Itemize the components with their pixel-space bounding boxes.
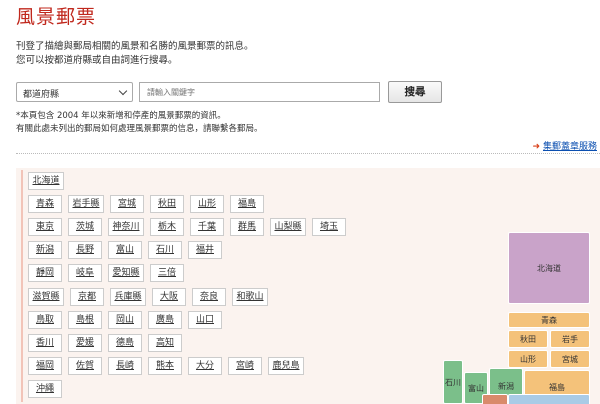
map-region[interactable]: 宮城 [550, 350, 590, 368]
prefecture-button[interactable]: 長野 [68, 241, 102, 260]
map-region[interactable] [508, 394, 590, 404]
page-title: 風景郵票 [16, 6, 97, 28]
map-region[interactable]: 山形 [508, 350, 548, 368]
prefecture-button[interactable]: 和歌山 [232, 287, 268, 306]
prefecture-button[interactable]: 秋田 [150, 195, 184, 214]
prefecture-button[interactable]: 福岡 [28, 356, 62, 375]
prefecture-button[interactable]: 靜岡 [28, 264, 62, 283]
prefecture-button[interactable]: 滋賀縣 [28, 287, 64, 306]
arrow-right-icon: ➜ [532, 142, 540, 152]
prefecture-button[interactable]: 青森 [28, 195, 62, 214]
prefecture-button[interactable]: 北海道 [28, 172, 64, 190]
prefecture-button[interactable]: 德島 [108, 333, 142, 352]
prefecture-panel: 北海道 青森 岩手縣 宮城 秋田 山形 福島 東京 茨城 神奈川 栃木 千葉 群馬 山梨縣 埼玉 新潟 長野 富山… [16, 168, 600, 404]
prefecture-button[interactable]: 沖繩 [28, 379, 62, 398]
prefecture-select[interactable]: 都道府縣 [16, 82, 133, 102]
intro-text: 刊登了描繪與郵局相關的風景和名勝的風景郵票的訊息。 您可以按都道府縣或自由詞進行… [16, 40, 576, 68]
prefecture-button[interactable]: 岡山 [108, 310, 142, 329]
prefecture-button[interactable]: 熊本 [148, 356, 182, 375]
prefecture-button[interactable]: 奈良 [192, 287, 226, 306]
map-region[interactable]: 青森 [508, 312, 590, 328]
prefecture-button[interactable]: 大分 [188, 356, 222, 375]
note-line-2: 有關此處未列出的郵局如何處理風景郵票的信息，請聯繫各郵局。 [16, 123, 263, 134]
prefecture-button[interactable]: 山形 [190, 195, 224, 214]
prefecture-button[interactable]: 福島 [230, 195, 264, 214]
prefecture-button[interactable]: 千葉 [190, 218, 224, 237]
intro-line-1: 刊登了描繪與郵局相關的風景和名勝的風景郵票的訊息。 [16, 41, 254, 52]
prefecture-button[interactable]: 福井 [188, 241, 222, 260]
prefecture-button[interactable]: 宮城 [110, 195, 144, 214]
prefecture-button[interactable]: 鳥取 [28, 310, 62, 329]
prefecture-button[interactable]: 山口 [188, 310, 222, 329]
prefecture-button[interactable]: 愛媛 [68, 333, 102, 352]
prefecture-button[interactable]: 神奈川 [108, 218, 144, 237]
notes: *本頁包含 2004 年以來新增和停產的風景郵票的資訊。 有關此處未列出的郵局如… [16, 110, 263, 135]
chevron-down-icon [118, 86, 128, 96]
prefecture-button[interactable]: 大阪 [152, 287, 186, 306]
prefecture-button[interactable]: 高知 [148, 333, 182, 352]
stamp-service-link[interactable]: ➜ 集郵蓋章服務 [532, 139, 597, 152]
prefecture-button[interactable]: 埼玉 [312, 218, 346, 237]
prefecture-button[interactable]: 宮崎 [228, 356, 262, 375]
prefecture-button[interactable]: 岩手縣 [68, 195, 104, 214]
prefecture-button[interactable]: 香川 [28, 333, 62, 352]
prefecture-button[interactable]: 岐阜 [68, 264, 102, 283]
prefecture-button[interactable]: 廣島 [148, 310, 182, 329]
prefecture-button[interactable]: 佐賀 [68, 356, 102, 375]
prefecture-button[interactable]: 三倍 [150, 264, 184, 283]
note-line-1: *本頁包含 2004 年以來新增和停產的風景郵票的資訊。 [16, 111, 226, 121]
map-region[interactable]: 秋田 [508, 330, 548, 348]
map-region[interactable]: 岩手 [550, 330, 590, 348]
prefecture-button[interactable]: 京都 [70, 287, 104, 306]
prefecture-select-value: 都道府縣 [23, 90, 60, 100]
prefecture-button[interactable]: 山梨縣 [270, 218, 306, 237]
search-button[interactable]: 搜尋 [388, 81, 442, 103]
intro-line-2: 您可以按都道府縣或自由詞進行搜尋。 [16, 55, 178, 66]
divider [16, 153, 600, 154]
keyword-input[interactable] [139, 82, 380, 102]
prefecture-button[interactable]: 長崎 [108, 356, 142, 375]
prefecture-button[interactable]: 栃木 [150, 218, 184, 237]
prefecture-button[interactable]: 鹿兒島 [268, 356, 304, 375]
prefecture-button[interactable]: 新潟 [28, 241, 62, 260]
map-region[interactable] [482, 394, 508, 404]
prefecture-button[interactable]: 群馬 [230, 218, 264, 237]
stamp-service-label: 集郵蓋章服務 [542, 142, 597, 152]
prefecture-button[interactable]: 東京 [28, 218, 62, 237]
map-region[interactable]: 石川 [443, 360, 463, 404]
prefecture-button[interactable]: 島根 [68, 310, 102, 329]
panel-accent-rule [21, 170, 23, 402]
prefecture-button[interactable]: 茨城 [68, 218, 102, 237]
prefecture-button[interactable]: 愛知縣 [108, 264, 144, 283]
prefecture-button[interactable]: 石川 [148, 241, 182, 260]
prefecture-button[interactable]: 富山 [108, 241, 142, 260]
map-region[interactable]: 北海道 [508, 232, 590, 304]
prefecture-button[interactable]: 兵庫縣 [110, 287, 146, 306]
